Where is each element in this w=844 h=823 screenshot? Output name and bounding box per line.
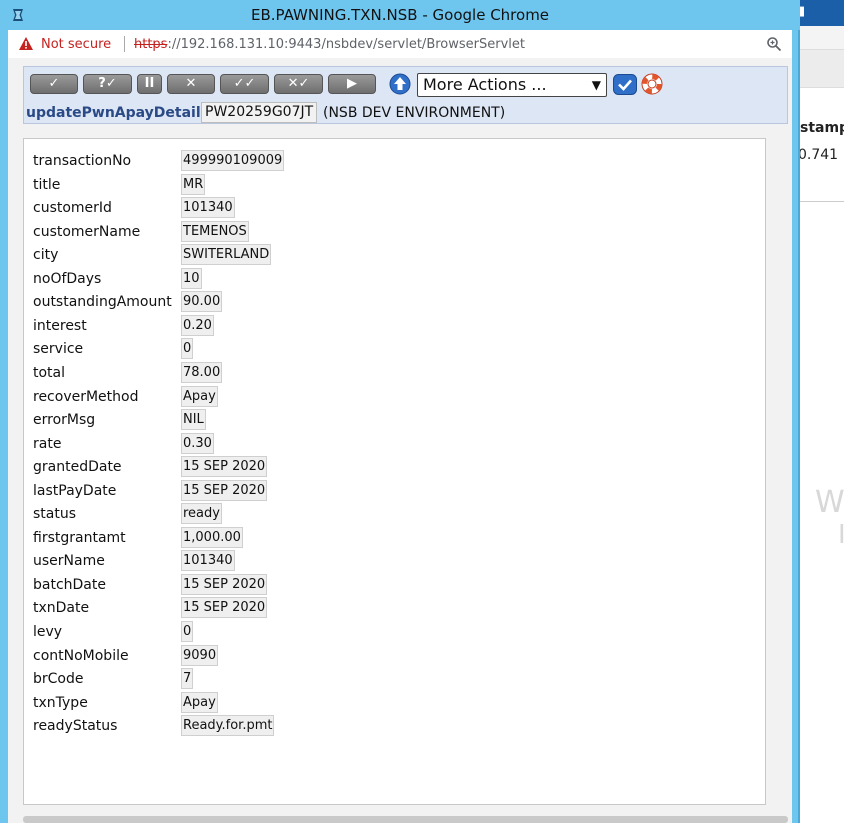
field-value-city: SWITERLAND bbox=[181, 244, 272, 266]
field-label-batchDate: batchDate bbox=[33, 576, 106, 593]
field-value-customerName: TEMENOS bbox=[181, 220, 249, 242]
not-secure-label[interactable]: Not secure bbox=[41, 37, 111, 52]
field-value-status: ready bbox=[181, 503, 222, 525]
field-label-recoverMethod: recoverMethod bbox=[33, 388, 139, 405]
help-lifebuoy-icon[interactable] bbox=[641, 73, 663, 95]
field-value-userName: 101340 bbox=[181, 550, 235, 572]
field-value-txnType: Apay bbox=[181, 691, 218, 713]
title-bar[interactable]: EB.PAWNING.TXN.NSB - Google Chrome bbox=[0, 0, 800, 30]
field-label-levy: levy bbox=[33, 624, 63, 640]
reverse-button[interactable]: ✕✓ bbox=[274, 74, 323, 94]
record-id: PW20259G07JT bbox=[201, 102, 318, 123]
field-label-outstandingAmount: outstandingAmount bbox=[33, 294, 172, 311]
field-value-firstgrantamt: 1,000.00 bbox=[181, 526, 243, 548]
more-actions-label: More Actions ... bbox=[423, 75, 547, 94]
authorise-button[interactable]: ✓✓ bbox=[220, 74, 269, 94]
field-label-lastPayDate: lastPayDate bbox=[33, 482, 117, 499]
field-label-firstgrantamt: firstgrantamt bbox=[33, 529, 126, 546]
record-form: transactionNo 499990109009 title MR customer… bbox=[23, 138, 766, 805]
field-label-customerName: customerName bbox=[33, 223, 141, 240]
action-toolbar: ✓ ?✓ II ✕ ✓✓ ✕✓ ▶ More Actions ... ▼ upd… bbox=[23, 66, 788, 124]
field-label-txnDate: txnDate bbox=[33, 600, 90, 617]
field-label-interest: interest bbox=[33, 317, 87, 334]
field-value-customerId: 101340 bbox=[181, 197, 235, 219]
field-label-contNoMobile: contNoMobile bbox=[33, 647, 129, 664]
window-title: EB.PAWNING.TXN.NSB - Google Chrome bbox=[250, 6, 550, 24]
field-value-batchDate: 15 SEP 2020 bbox=[181, 573, 268, 595]
field-value-contNoMobile: 9090 bbox=[181, 644, 219, 666]
url-path: ://192.168.131.10:9443/nsbdev/servlet/Br… bbox=[167, 37, 525, 52]
field-label-errorMsg: errorMsg bbox=[33, 412, 96, 429]
field-label-grantedDate: grantedDate bbox=[33, 459, 122, 476]
popup-window: EB.PAWNING.TXN.NSB - Google Chrome Not s… bbox=[0, 0, 800, 823]
field-value-service: 0 bbox=[181, 338, 194, 360]
page-content: ✓ ?✓ II ✕ ✓✓ ✕✓ ▶ More Actions ... ▼ upd… bbox=[8, 58, 792, 823]
field-label-rate: rate bbox=[33, 435, 62, 452]
field-value-rate: 0.30 bbox=[181, 432, 214, 454]
field-label-userName: userName bbox=[33, 553, 105, 570]
background-column-header: stamp bbox=[800, 120, 844, 136]
field-value-txnDate: 15 SEP 2020 bbox=[181, 597, 268, 619]
field-value-recoverMethod: Apay bbox=[181, 385, 218, 407]
field-label-brCode: brCode bbox=[33, 671, 84, 688]
address-separator bbox=[124, 36, 125, 52]
field-label-city: city bbox=[33, 247, 59, 264]
field-value-levy: 0 bbox=[181, 621, 194, 642]
field-label-noOfDays: noOfDays bbox=[33, 270, 102, 287]
field-value-noOfDays: 10 bbox=[181, 267, 202, 289]
url-text[interactable]: https://192.168.131.10:9443/nsbdev/servl… bbox=[134, 37, 525, 52]
function-name: updatePwnApayDetails bbox=[26, 105, 209, 121]
background-cell: 0.741 bbox=[798, 147, 839, 163]
url-scheme: https bbox=[134, 37, 168, 52]
field-value-interest: 0.20 bbox=[181, 314, 214, 336]
field-value-title: MR bbox=[181, 173, 206, 195]
field-label-service: service bbox=[33, 341, 84, 358]
background-watermark-2: I bbox=[838, 520, 844, 550]
go-check-icon[interactable] bbox=[613, 74, 637, 95]
field-label-total: total bbox=[33, 364, 66, 381]
zoom-icon[interactable] bbox=[766, 36, 782, 52]
field-label-status: status bbox=[33, 506, 77, 523]
field-value-brCode: 7 bbox=[181, 668, 194, 690]
field-value-transactionNo: 499990109009 bbox=[181, 150, 285, 171]
hold-button[interactable]: II bbox=[137, 74, 162, 94]
chevron-down-icon: ▼ bbox=[591, 78, 601, 92]
background-tab-strip bbox=[800, 26, 844, 50]
delete-button[interactable]: ✕ bbox=[167, 74, 215, 94]
field-value-grantedDate: 15 SEP 2020 bbox=[181, 456, 268, 478]
field-label-readyStatus: readyStatus bbox=[33, 718, 118, 735]
next-button[interactable]: ▶ bbox=[328, 74, 376, 94]
field-label-title: title bbox=[33, 176, 61, 193]
address-bar[interactable]: Not secure https://192.168.131.10:9443/n… bbox=[8, 30, 792, 58]
field-value-outstandingAmount: 90.00 bbox=[181, 291, 223, 313]
commit-button[interactable]: ✓ bbox=[30, 74, 78, 94]
field-value-lastPayDate: 15 SEP 2020 bbox=[181, 479, 268, 501]
field-value-errorMsg: NIL bbox=[181, 409, 206, 431]
field-label-txnType: txnType bbox=[33, 694, 88, 711]
background-toolbar bbox=[800, 50, 844, 88]
validate-button[interactable]: ?✓ bbox=[83, 74, 132, 94]
more-actions-select[interactable]: More Actions ... ▼ bbox=[417, 73, 607, 97]
field-label-transactionNo: transactionNo bbox=[33, 153, 132, 169]
background-watermark: W bbox=[815, 485, 844, 520]
environment-label: (NSB DEV ENVIRONMENT) bbox=[323, 105, 506, 121]
field-value-total: 78.00 bbox=[181, 361, 223, 383]
background-table bbox=[800, 88, 844, 202]
field-value-readyStatus: Ready.for.pmt bbox=[181, 715, 275, 737]
warning-icon[interactable] bbox=[19, 37, 33, 50]
horizontal-scrollbar[interactable] bbox=[23, 816, 788, 823]
upload-icon[interactable] bbox=[388, 73, 412, 95]
field-label-customerId: customerId bbox=[33, 200, 112, 217]
